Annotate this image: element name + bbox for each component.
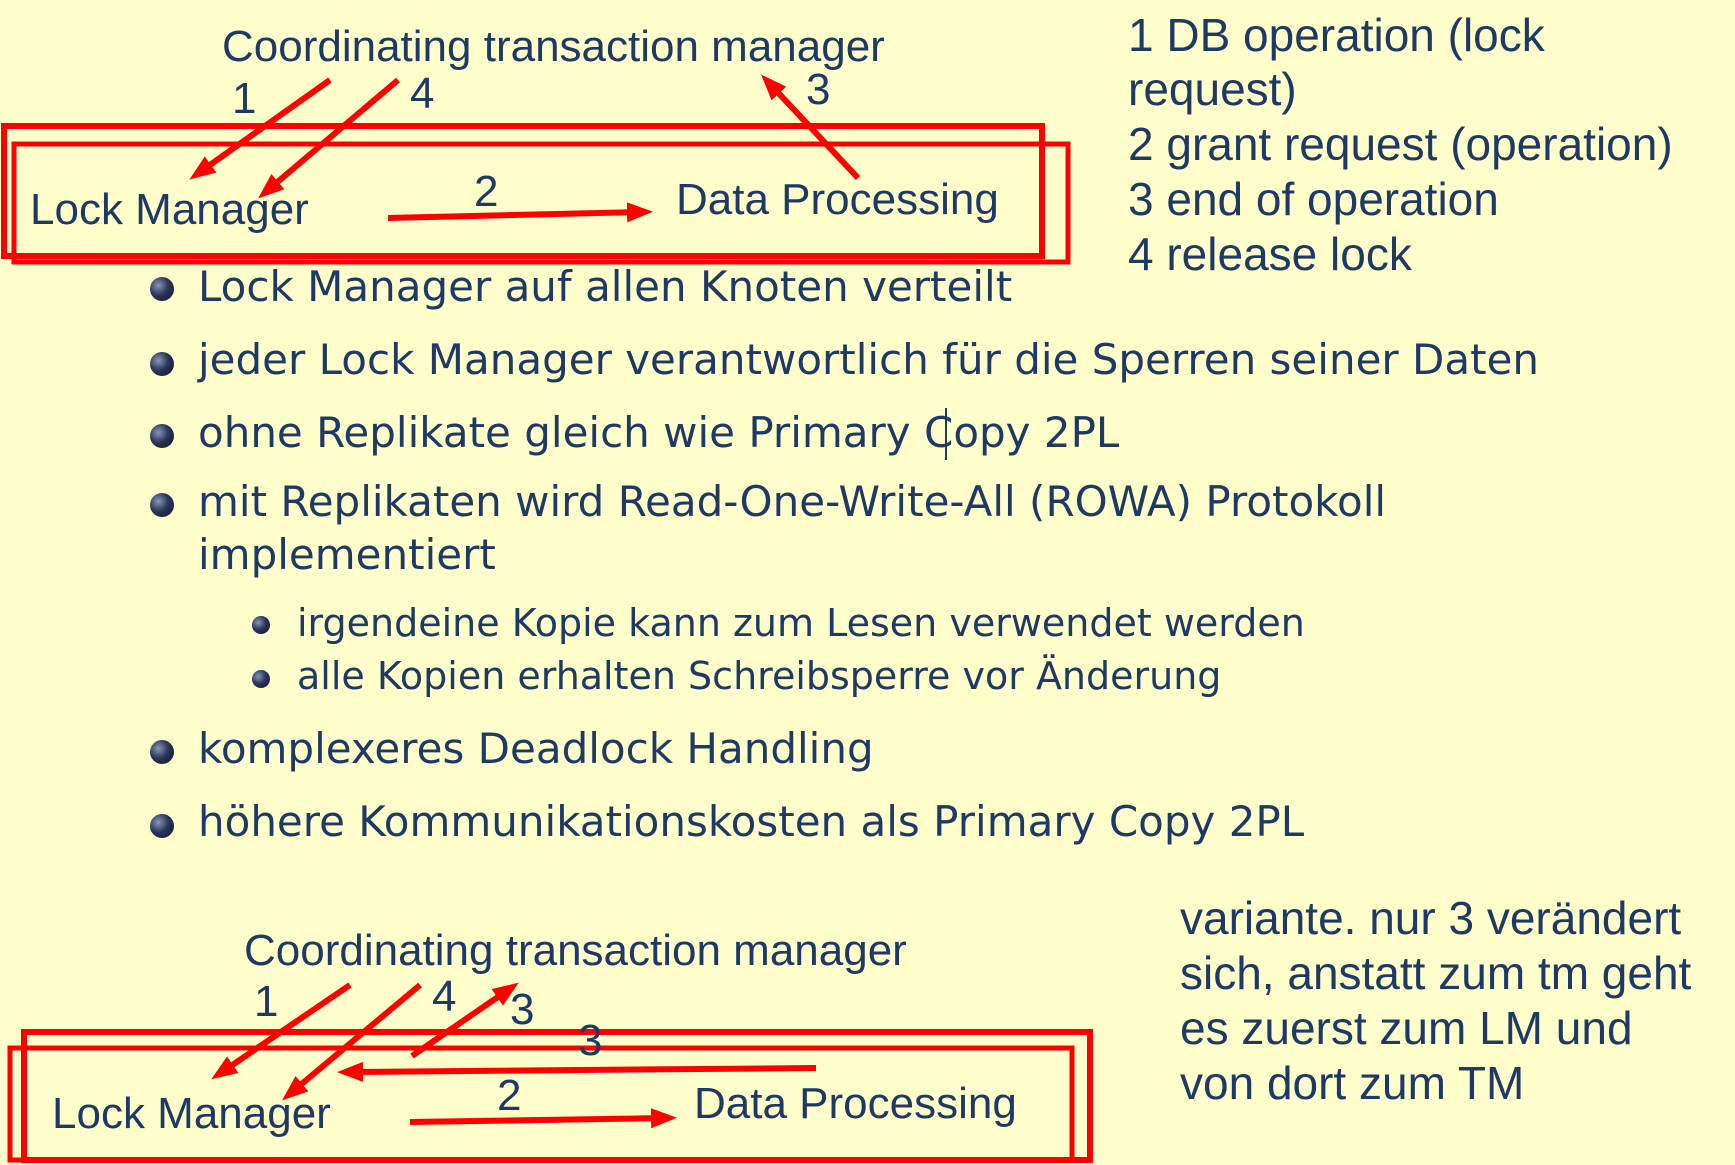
note-line-3: es zuerst zum LM und (1180, 1002, 1633, 1054)
bullet-icon (150, 277, 174, 301)
bullet-icon (150, 814, 174, 838)
note-line-1: variante. nur 3 verändert (1180, 892, 1682, 944)
bullet-6: höhere Kommunikationskosten als Primary … (198, 797, 1305, 846)
legend-line-1: 1 DB operation (lock (1128, 9, 1545, 61)
note-line-4: von dort zum TM (1180, 1057, 1525, 1109)
bottom-data-processing-label: Data Processing (694, 1079, 1017, 1128)
top-arrow-2 (387, 202, 653, 223)
bullet-icon (150, 352, 174, 376)
sub-bullet-icon (252, 670, 270, 688)
bullet-icon (150, 424, 174, 448)
top-arrow-4 (258, 77, 400, 199)
bottom-arrow-label-3a: 3 (510, 985, 535, 1034)
top-arrow-label-1: 1 (232, 74, 257, 123)
top-arrow-label-2: 2 (474, 167, 499, 216)
top-arrow-label-3: 3 (806, 65, 831, 114)
sub-bullet-1: irgendeine Kopie kann zum Lesen verwende… (297, 601, 1305, 645)
bottom-arrow-label-3b: 3 (578, 1016, 603, 1065)
bullet-icon (150, 493, 174, 517)
legend-line-4: 3 end of operation (1128, 173, 1499, 225)
bottom-arrow-label-4: 4 (432, 972, 457, 1021)
bullet-3: ohne Replikate gleich wie Primary Copy 2… (198, 408, 1120, 457)
note-line-2: sich, anstatt zum tm geht (1180, 947, 1692, 999)
legend-line-3: 2 grant request (operation) (1128, 118, 1673, 170)
bullet-icon (150, 740, 174, 764)
sub-bullet-icon (252, 616, 270, 634)
bottom-arrow-2 (409, 1108, 677, 1129)
bottom-arrow-label-2: 2 (497, 1071, 522, 1120)
bottom-lock-manager-label: Lock Manager (52, 1089, 331, 1138)
bullet-2: jeder Lock Manager verantwortlich für di… (198, 335, 1540, 384)
top-data-processing-label: Data Processing (676, 175, 999, 224)
bullet-4-line-1: mit Replikaten wird Read-One-Write-All (… (198, 477, 1387, 526)
bullet-1: Lock Manager auf allen Knoten verteilt (198, 262, 1013, 311)
bottom-arrow-3-left (337, 1061, 817, 1082)
bullet-5: komplexeres Deadlock Handling (198, 724, 874, 773)
sub-bullet-2: alle Kopien erhalten Schreibsperre vor Ä… (297, 654, 1222, 698)
legend-line-2: request) (1128, 63, 1297, 115)
bottom-arrow-label-1: 1 (254, 977, 279, 1026)
legend-line-5: 4 release lock (1128, 228, 1412, 280)
bottom-arrow-4 (282, 982, 422, 1101)
text-cursor (945, 408, 947, 460)
bullet-4-line-2: implementiert (198, 530, 496, 579)
top-lock-manager-label: Lock Manager (30, 185, 309, 234)
top-coordinator-label: Coordinating transaction manager (222, 22, 885, 71)
top-arrow-label-4: 4 (410, 69, 435, 118)
bottom-coordinator-label: Coordinating transaction manager (244, 926, 907, 975)
